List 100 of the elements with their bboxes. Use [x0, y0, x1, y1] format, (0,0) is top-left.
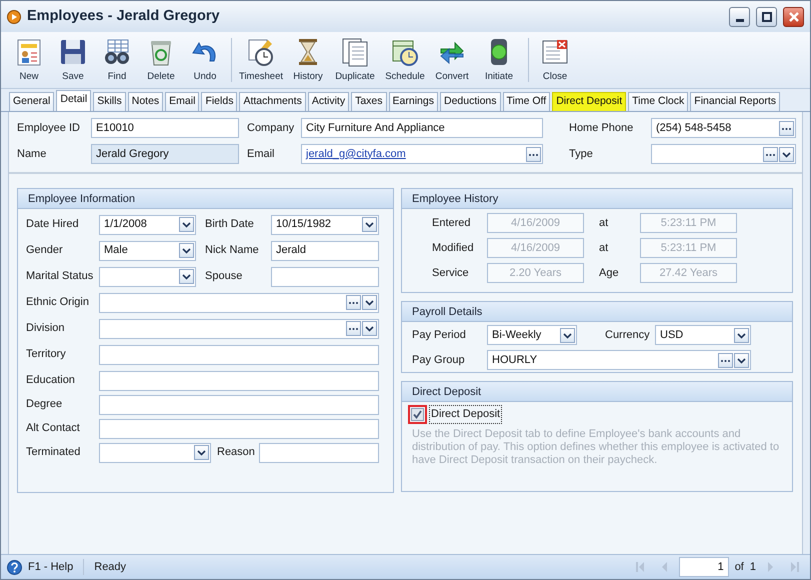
- text-field[interactable]: [99, 418, 379, 438]
- chevron-down-icon: [365, 220, 374, 229]
- text-field[interactable]: Jerald Gregory: [91, 144, 239, 164]
- dropdown-button[interactable]: [362, 295, 377, 310]
- text-field[interactable]: [259, 442, 379, 462]
- tab[interactable]: Time Off: [502, 92, 550, 111]
- text-field[interactable]: E10010: [91, 118, 239, 138]
- lookup-field[interactable]: [99, 292, 379, 312]
- dropdown-field[interactable]: [99, 442, 211, 462]
- dropdown-button[interactable]: [734, 352, 749, 368]
- pages-icon: [340, 36, 370, 67]
- field-label: Currency: [605, 328, 651, 343]
- chevron-down-icon: [737, 330, 746, 340]
- dropdown-button[interactable]: [560, 328, 575, 342]
- dropdown-button[interactable]: [362, 321, 377, 336]
- dropdown-button[interactable]: [779, 146, 794, 162]
- toolbar-button[interactable]: Schedule: [380, 34, 430, 86]
- dropdown-field[interactable]: [99, 266, 196, 286]
- maximize-button[interactable]: [756, 6, 777, 26]
- tab[interactable]: Financial Reports: [690, 92, 780, 111]
- lookup-field[interactable]: [99, 318, 379, 338]
- tab[interactable]: Deductions: [440, 92, 501, 111]
- toolbar-button[interactable]: New: [7, 34, 51, 86]
- last-page-icon: [790, 561, 800, 573]
- tab[interactable]: Activity: [308, 92, 350, 111]
- dropdown-button[interactable]: [179, 217, 194, 232]
- dropdown-field[interactable]: 1/1/2008: [99, 214, 196, 234]
- readonly-field: 2.20 Years: [487, 263, 584, 283]
- chevron-down-icon: [182, 272, 191, 281]
- field-label: Territory: [26, 347, 67, 362]
- field-label: Nick Name: [205, 243, 260, 258]
- minimize-button[interactable]: [729, 6, 750, 26]
- tab[interactable]: Attachments: [239, 92, 306, 111]
- field-label: Entered: [432, 216, 472, 231]
- toolbar-button[interactable]: Undo: [183, 34, 227, 86]
- panel-title: Employee History: [402, 189, 792, 209]
- browse-button[interactable]: [779, 120, 794, 136]
- page-of-label: of: [734, 560, 744, 575]
- browse-button[interactable]: [718, 352, 733, 368]
- chevron-down-icon: [365, 324, 374, 333]
- field-label: Age: [599, 266, 620, 281]
- text-field[interactable]: City Furniture And Appliance: [301, 118, 543, 138]
- close-button[interactable]: [783, 6, 804, 26]
- tab[interactable]: Detail: [56, 90, 92, 111]
- toolbar-button[interactable]: Save: [51, 34, 95, 86]
- field-label: Degree: [26, 397, 64, 412]
- email-field[interactable]: jerald_g@cityfa.com: [301, 144, 543, 164]
- tab[interactable]: General: [9, 92, 54, 111]
- close-icon: [788, 12, 798, 22]
- page-field[interactable]: 1: [678, 557, 729, 577]
- field-label: Name: [17, 146, 48, 162]
- field-label: Employee ID: [17, 120, 81, 136]
- binoculars-icon: [102, 36, 132, 67]
- checkbox[interactable]: [411, 408, 424, 421]
- text-field[interactable]: [99, 394, 379, 414]
- toolbar-button[interactable]: Close: [533, 34, 577, 86]
- dropdown-field[interactable]: Bi-Weekly: [487, 325, 577, 345]
- dropdown-button[interactable]: [179, 269, 194, 284]
- first-page-icon: [634, 561, 645, 573]
- dropdown-button[interactable]: [194, 445, 209, 460]
- tab[interactable]: Notes: [128, 92, 164, 111]
- readonly-field: 4/16/2009: [487, 213, 584, 233]
- toolbar-button[interactable]: Initiate: [474, 34, 524, 86]
- chevron-down-icon: [182, 246, 191, 255]
- text-field[interactable]: [271, 266, 379, 286]
- browse-button[interactable]: [526, 146, 541, 162]
- lookup-field[interactable]: (254) 548-5458: [651, 118, 796, 138]
- browse-button[interactable]: [763, 146, 778, 162]
- tab[interactable]: Taxes: [351, 92, 387, 111]
- dropdown-button[interactable]: [362, 217, 377, 232]
- toolbar-button[interactable]: Delete: [139, 34, 183, 86]
- tab[interactable]: Fields: [201, 92, 238, 111]
- tab[interactable]: Direct Deposit: [552, 92, 626, 111]
- toolbar-button[interactable]: Timesheet: [236, 34, 286, 86]
- toolbar-button[interactable]: Convert: [430, 34, 474, 86]
- toolbar-button[interactable]: History: [286, 34, 330, 86]
- checkbox-label: Direct Deposit: [429, 405, 502, 424]
- field-label: Pay Period: [412, 328, 467, 343]
- tab[interactable]: Email: [165, 92, 200, 111]
- browse-button[interactable]: [346, 321, 361, 336]
- readonly-field: 5:23:11 PM: [640, 238, 737, 258]
- dropdown-field[interactable]: Male: [99, 240, 196, 260]
- text-field[interactable]: [99, 370, 379, 390]
- readonly-field: 27.42 Years: [640, 263, 737, 283]
- toolbar-button[interactable]: Duplicate: [330, 34, 380, 86]
- dropdown-button[interactable]: [734, 328, 749, 342]
- browse-button[interactable]: [346, 295, 361, 310]
- tab[interactable]: Skills: [93, 92, 126, 111]
- chevron-down-icon: [182, 220, 191, 229]
- lookup-field[interactable]: HOURLY: [487, 350, 751, 370]
- dropdown-field[interactable]: 10/15/1982: [271, 214, 379, 234]
- tab[interactable]: Earnings: [388, 92, 438, 111]
- field-label: Ethnic Origin: [26, 295, 90, 310]
- lookup-field[interactable]: [651, 144, 796, 164]
- text-field[interactable]: Jerald: [271, 240, 379, 260]
- tab[interactable]: Time Clock: [628, 92, 688, 111]
- dropdown-button[interactable]: [179, 243, 194, 258]
- toolbar-button[interactable]: Find: [95, 34, 139, 86]
- dropdown-field[interactable]: USD: [655, 325, 751, 345]
- text-field[interactable]: [99, 344, 379, 364]
